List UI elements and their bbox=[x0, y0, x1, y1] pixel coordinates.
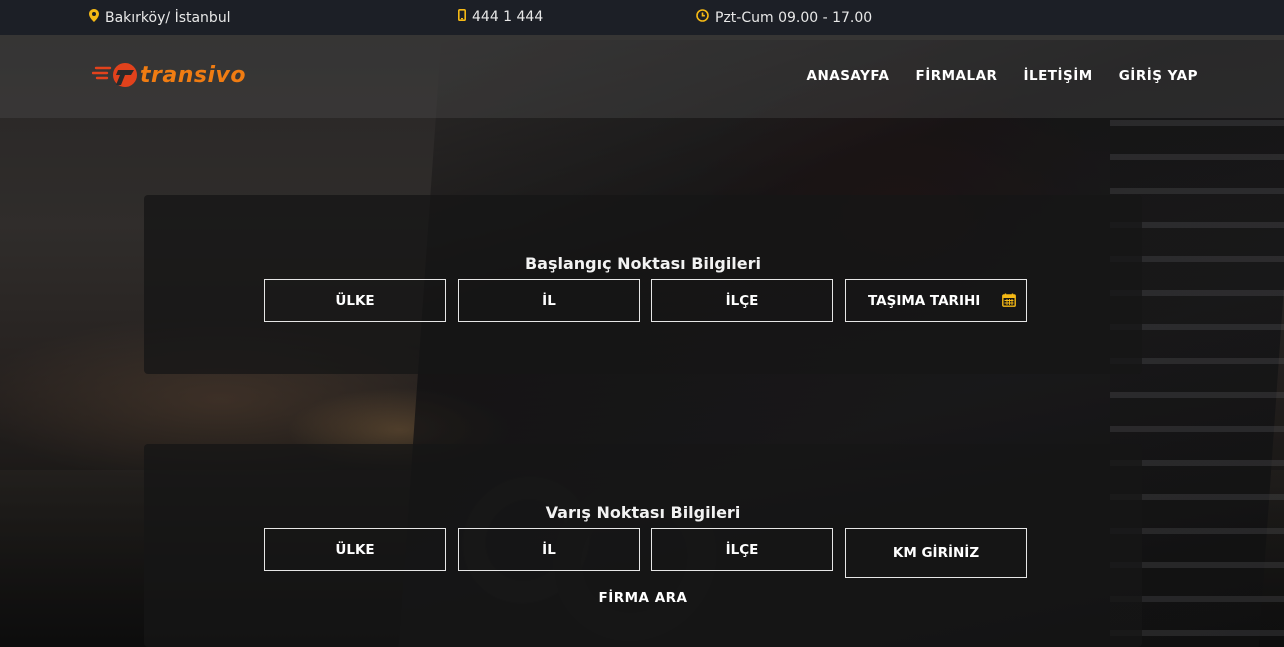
mobile-phone-icon bbox=[458, 9, 467, 25]
nav-login[interactable]: GİRİŞ YAP bbox=[1119, 68, 1198, 84]
top-info-bar: Bakırköy/ İstanbul 444 1 444 Pzt-Cum 09.… bbox=[0, 0, 1284, 35]
end-city-select[interactable]: İL bbox=[458, 528, 640, 571]
transport-date-input[interactable]: TAŞIMA TARIHI bbox=[845, 279, 1027, 322]
end-point-panel: Varış Noktası Bilgileri ÜLKE İL İLÇE KM … bbox=[144, 444, 1142, 647]
transport-date-label: TAŞIMA TARIHI bbox=[868, 292, 981, 309]
hours-text: Pzt-Cum 09.00 - 17.00 bbox=[715, 9, 873, 26]
calendar-icon[interactable] bbox=[1002, 293, 1016, 307]
end-district-select[interactable]: İLÇE bbox=[651, 528, 833, 571]
nav-contact[interactable]: İLETİŞİM bbox=[1023, 68, 1092, 84]
main-menu: ANASAYFA FİRMALAR İLETİŞİM GİRİŞ YAP bbox=[807, 68, 1199, 84]
clock-icon bbox=[696, 9, 709, 26]
nav-home[interactable]: ANASAYFA bbox=[807, 68, 890, 84]
brand-logo[interactable]: transivo bbox=[91, 59, 246, 91]
km-input[interactable]: KM GİRİNİZ bbox=[845, 528, 1027, 578]
search-companies-button[interactable]: FİRMA ARA bbox=[144, 590, 1142, 606]
end-country-select[interactable]: ÜLKE bbox=[264, 528, 446, 571]
start-point-panel: Başlangıç Noktası Bilgileri ÜLKE İL İLÇE… bbox=[144, 195, 1142, 374]
start-country-select[interactable]: ÜLKE bbox=[264, 279, 446, 322]
start-district-select[interactable]: İLÇE bbox=[651, 279, 833, 322]
brand-name: transivo bbox=[140, 62, 246, 88]
nav-companies[interactable]: FİRMALAR bbox=[915, 68, 997, 84]
start-section-title: Başlangıç Noktası Bilgileri bbox=[524, 254, 762, 273]
location-text: Bakırköy/ İstanbul bbox=[105, 9, 231, 26]
phone-text: 444 1 444 bbox=[472, 9, 544, 25]
start-city-select[interactable]: İL bbox=[458, 279, 640, 322]
phone-info: 444 1 444 bbox=[458, 9, 543, 25]
end-section-title: Varış Noktası Bilgileri bbox=[545, 503, 741, 522]
map-marker-icon bbox=[89, 9, 99, 26]
truck-speed-logo-icon bbox=[91, 59, 142, 91]
hours-info: Pzt-Cum 09.00 - 17.00 bbox=[696, 9, 872, 26]
location-info: Bakırköy/ İstanbul bbox=[89, 9, 231, 26]
main-navbar: transivo ANASAYFA FİRMALAR İLETİŞİM GİRİ… bbox=[0, 35, 1284, 118]
